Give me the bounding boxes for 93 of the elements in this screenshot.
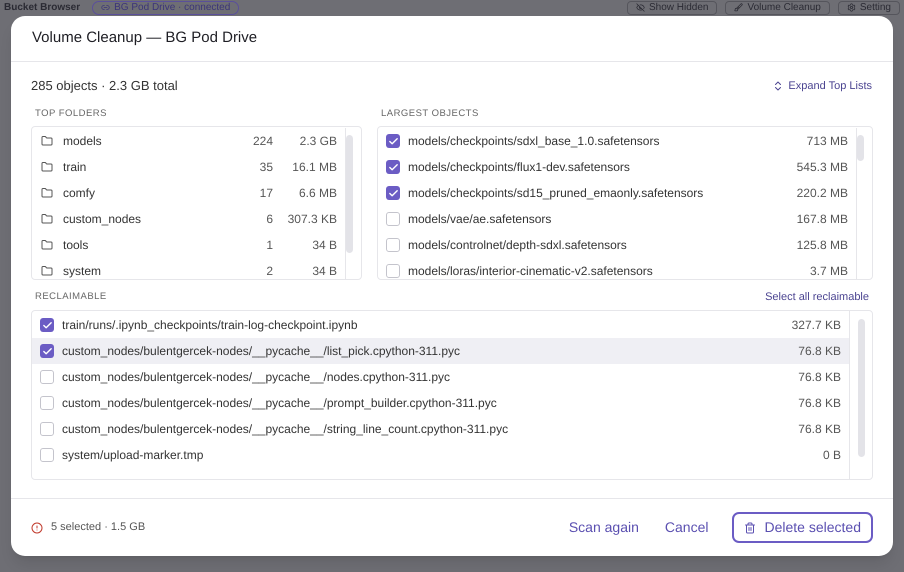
checkbox[interactable] <box>386 186 400 200</box>
reclaimable-row[interactable]: custom_nodes/bulentgercek-nodes/__pycache__/nodes.cpython-311.pyc 76.8 KB <box>32 364 849 390</box>
object-path: models/checkpoints/sdxl_base_1.0.safetensors <box>408 133 660 150</box>
object-count: 2 <box>265 263 273 279</box>
text-button[interactable]: Cancel <box>654 512 718 543</box>
object-size: 76.8 KB <box>798 395 842 412</box>
folder-icon <box>41 239 53 251</box>
object-count: 6 <box>265 211 273 228</box>
checkbox[interactable] <box>40 396 54 410</box>
folder-name[interactable]: models <box>63 132 233 150</box>
selection-summary: 5 selected · 1.5 GB <box>51 520 146 536</box>
object-size: 76.8 KB <box>798 421 842 438</box>
object-count: 224 <box>252 133 273 150</box>
checkbox[interactable] <box>40 448 54 462</box>
app-title: Bucket Browser <box>4 2 80 14</box>
link-icon <box>101 3 110 12</box>
reclaimable-row[interactable]: custom_nodes/bulentgercek-nodes/__pycache__/list_pick.cpython-311.pyc 76.8 KB <box>32 338 849 364</box>
object-path: models/checkpoints/sd15_pruned_emaonly.safetensors <box>408 185 704 202</box>
text-button[interactable]: Scan again <box>558 512 649 543</box>
object-count: 17 <box>258 185 273 202</box>
warning-icon <box>31 522 43 534</box>
delete-button[interactable]: Delete selected <box>732 512 873 543</box>
folder-icon <box>41 213 53 225</box>
reclaimable-row[interactable]: custom_nodes/bulentgercek-nodes/__pycache__/string_line_count.cpython-311.pyc 76.8 KB <box>32 416 849 442</box>
object-path: train/runs/.ipynb_checkpoints/train-log-checkpoint.ipynb <box>62 317 358 334</box>
folder-icon <box>41 265 53 277</box>
object-path: models/controlnet/depth-sdxl.safetensors <box>408 237 628 254</box>
object-size: 327.7 KB <box>792 317 842 334</box>
object-size: 167.8 MB <box>796 211 849 228</box>
checkbox[interactable] <box>40 344 54 358</box>
folder-size: 34 B <box>311 237 338 254</box>
section-heading: LARGEST OBJECTS <box>380 107 480 121</box>
object-size: 545.3 MB <box>796 159 849 176</box>
check-icon <box>388 162 398 172</box>
object-path: models/checkpoints/flux1-dev.safetensors <box>408 159 631 176</box>
folder-name[interactable]: custom_nodes <box>63 210 233 228</box>
object-path: custom_nodes/bulentgercek-nodes/__pycache__/nodes.cpython-311.pyc <box>62 369 452 386</box>
check-icon <box>42 320 52 330</box>
checkbox[interactable] <box>386 160 400 174</box>
connection-badge: BG Pod Drive · connected <box>92 0 240 14</box>
object-path: models/loras/interior-cinematic-v2.safetensors <box>408 263 654 279</box>
check-icon <box>388 136 398 146</box>
object-path: custom_nodes/bulentgercek-nodes/__pycache__/prompt_builder.cpython-311.pyc <box>62 395 498 412</box>
summary-text: 285 objects · 2.3 GB total <box>31 77 178 96</box>
eye-off-icon <box>636 3 645 12</box>
object-size: 76.8 KB <box>798 343 842 360</box>
object-count: 1 <box>265 237 273 254</box>
folder-size: 6.6 MB <box>298 185 338 202</box>
object-size: 220.2 MB <box>796 185 849 202</box>
object-path: models/vae/ae.safetensors <box>408 211 552 228</box>
object-path: system/upload-marker.tmp <box>62 447 204 464</box>
trash-icon <box>744 522 756 534</box>
object-count: 35 <box>258 159 273 176</box>
checkbox[interactable] <box>40 422 54 436</box>
reclaimable-row[interactable]: custom_nodes/bulentgercek-nodes/__pycache__/prompt_builder.cpython-311.pyc 76.8 KB <box>32 390 849 416</box>
folder-icon <box>41 187 53 199</box>
section-heading: RECLAIMABLE <box>34 290 107 304</box>
checkbox[interactable] <box>40 370 54 384</box>
check-icon <box>42 346 52 356</box>
scrollbar-thumb[interactable] <box>346 135 353 253</box>
folder-name[interactable]: system <box>63 262 233 279</box>
reclaimable-row[interactable]: system/upload-marker.tmp 0 B <box>32 442 849 468</box>
check-icon <box>388 188 398 198</box>
checkbox[interactable] <box>386 238 400 252</box>
object-path: custom_nodes/bulentgercek-nodes/__pycache__/string_line_count.cpython-311.pyc <box>62 421 510 438</box>
folder-name[interactable]: train <box>63 158 233 176</box>
brush-icon <box>734 3 744 12</box>
object-size: 76.8 KB <box>798 369 842 386</box>
folder-size: 307.3 KB <box>286 211 338 228</box>
checkbox[interactable] <box>386 264 400 278</box>
select-all-link[interactable]: Select all reclaimable <box>765 288 869 306</box>
object-size: 125.8 MB <box>796 237 849 254</box>
folder-size: 2.3 GB <box>298 133 338 150</box>
section-heading: TOP FOLDERS <box>34 107 108 121</box>
folder-icon <box>41 135 53 147</box>
object-size: 0 B <box>822 447 842 464</box>
folder-name[interactable]: comfy <box>63 184 233 202</box>
gear-icon <box>846 3 856 12</box>
scrollbar-thumb[interactable] <box>858 319 864 457</box>
dialog-title: Volume Cleanup — BG Pod Drive <box>32 28 258 48</box>
object-size: 3.7 MB <box>810 263 849 279</box>
checkbox[interactable] <box>40 318 54 332</box>
reclaimable-row[interactable]: train/runs/.ipynb_checkpoints/train-log-checkpoint.ipynb 327.7 KB <box>32 312 849 338</box>
expand-link[interactable]: Expand Top Lists <box>772 78 872 94</box>
folder-size: 34 B <box>311 263 338 279</box>
scrollbar-thumb[interactable] <box>857 135 864 161</box>
checkbox[interactable] <box>386 134 400 148</box>
checkbox[interactable] <box>386 212 400 226</box>
folder-size: 16.1 MB <box>291 159 338 176</box>
object-size: 713 MB <box>806 133 849 150</box>
folder-name[interactable]: tools <box>63 236 233 254</box>
folder-icon <box>41 161 53 173</box>
object-path: custom_nodes/bulentgercek-nodes/__pycache__/list_pick.cpython-311.pyc <box>62 343 462 360</box>
